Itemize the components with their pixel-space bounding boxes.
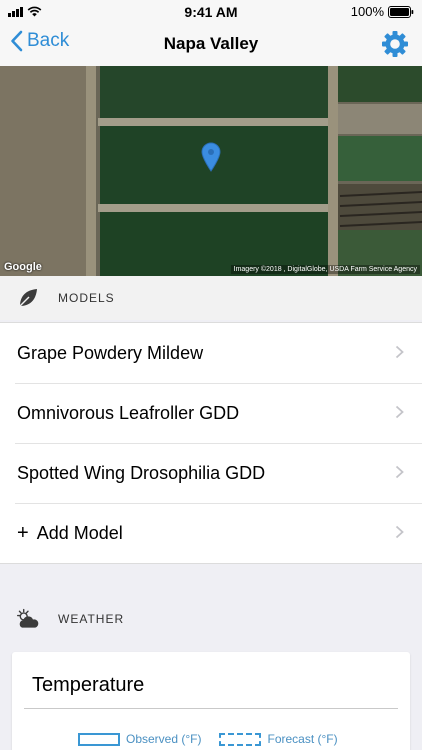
temperature-card: Temperature Observed (°F) Forecast (°F) [12,652,410,750]
list-item-spotted-wing-drosophilia[interactable]: Spotted Wing Drosophilia GDD [0,443,422,503]
chevron-right-icon [395,405,404,419]
leaf-icon [16,286,40,310]
back-label: Back [27,30,70,51]
legend-forecast-label: Forecast (°F) [267,732,338,746]
card-title: Temperature [32,674,145,696]
weather-header-label: WEATHER [58,612,125,626]
add-model-label: Add Model [36,522,123,543]
legend-observed-label: Observed (°F) [126,732,202,746]
chevron-right-icon [395,465,404,479]
add-model-button[interactable]: + Add Model [0,503,422,563]
weather-section-header: WEATHER [0,597,422,641]
satellite-map[interactable]: Google Imagery ©2018 , DigitalGlobe, USD… [0,66,422,276]
gear-icon[interactable] [380,29,410,59]
list-item-omnivorous-leafroller[interactable]: Omnivorous Leafroller GDD [0,383,422,443]
battery-icon [388,5,414,18]
chevron-right-icon [395,525,404,539]
observed-swatch [78,732,120,746]
divider [24,708,398,709]
list-item-label: Spotted Wing Drosophilia GDD [17,462,266,483]
list-item-grape-powdery-mildew[interactable]: Grape Powdery Mildew [0,323,422,383]
models-section-header: MODELS [0,276,422,320]
battery-percent: 100% [350,4,384,19]
models-list: Grape Powdery Mildew Omnivorous Leafroll… [0,322,422,564]
chevron-right-icon [395,345,404,359]
map-pin-icon[interactable] [201,142,221,172]
plus-icon: + [17,521,29,544]
list-item-label: Grape Powdery Mildew [17,342,204,363]
forecast-swatch [219,732,262,746]
list-item-label: Omnivorous Leafroller GDD [17,402,240,423]
status-bar: 9:41 AM 100% [0,0,422,24]
google-logo: Google [4,261,42,273]
navigation-bar: Back Napa Valley [0,24,422,66]
models-header-label: MODELS [58,291,115,305]
back-button[interactable]: Back [10,30,69,52]
sun-cloud-icon [16,607,40,631]
chart-legend: Observed (°F) Forecast (°F) [78,732,338,746]
map-attribution: Imagery ©2018 , DigitalGlobe, USDA Farm … [230,265,420,274]
chevron-left-icon [11,30,23,52]
